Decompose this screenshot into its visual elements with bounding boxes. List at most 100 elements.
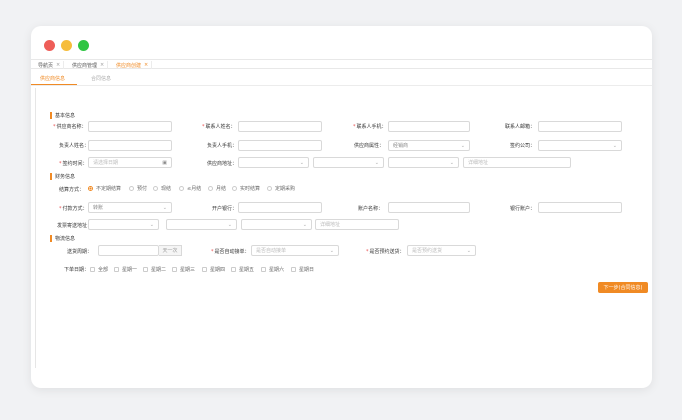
section-title: 财务信息 [55,174,76,180]
bank-label: 开户银行： [212,206,238,212]
sign-date-picker[interactable]: 请选择日期 ▣ [88,157,172,168]
city-select[interactable]: ⌄ [313,157,384,168]
chevron-down-icon: ⌄ [449,160,454,166]
checkbox-day-mon[interactable]: 星期一 [114,266,137,273]
delivery-cycle-suffix: 天一次 [159,245,182,256]
settlement-label: 结算方式： [59,187,85,193]
radio-label: 定期采购 [275,186,296,192]
checkbox-day-fri[interactable]: 星期五 [231,266,254,273]
district-select[interactable]: ⌄ [388,157,459,168]
checkbox-day-all[interactable]: 全部 [90,266,108,273]
checkbox-label: 星期三 [180,267,196,273]
owner-phone-label: 负责人手机： [207,143,238,149]
contact-name-label: 联系人姓名： [202,123,236,130]
chevron-down-icon: ⌄ [162,205,167,211]
address-detail-input[interactable]: 详细地址 [463,157,571,168]
chevron-down-icon: ⌄ [329,248,334,254]
supplier-form: 基本信息 供应商名称： 联系人姓名： 联系人手机： 联系人邮箱： 负责人姓名： … [31,26,652,388]
radio-label: ≤月结 [187,186,202,192]
contact-phone-input[interactable] [388,121,470,132]
appointment-select[interactable]: 是否预约送货 ⌄ [407,245,476,256]
sign-date-label: 签约时间： [59,160,88,167]
chevron-down-icon: ⌄ [460,143,465,149]
checkbox-day-sat[interactable]: 星期六 [261,266,284,273]
supplier-type-label: 供应商属性： [354,143,385,149]
checkbox-day-thu[interactable]: 星期四 [202,266,225,273]
section-basic: 基本信息 [50,112,75,119]
chevron-down-icon: ⌄ [149,222,154,228]
section-title: 物流信息 [55,236,76,242]
checkbox-day-tue[interactable]: 星期二 [143,266,166,273]
radio-label: 不定期结算 [96,186,122,192]
checkbox-day-sun[interactable]: 星期日 [291,266,314,273]
placeholder: 详细地址 [468,160,489,166]
owner-phone-input[interactable] [238,140,322,151]
delivery-cycle-label: 送货周期： [67,249,93,255]
invoice-address-label: 发票寄送地址： [57,223,93,229]
chevron-down-icon: ⌄ [302,222,307,228]
supplier-name-input[interactable] [88,121,172,132]
contact-email-input[interactable] [538,121,622,132]
province-select[interactable]: ⌄ [238,157,309,168]
invoice-detail-input[interactable]: 详细地址 [315,219,399,230]
account-name-input[interactable] [388,202,470,213]
account-name-label: 账户名称： [358,206,384,212]
bank-input[interactable] [238,202,322,213]
radio-settlement-2[interactable]: 现结 [153,185,171,192]
radio-label: 实时结算 [240,186,261,192]
payment-label: 付款方式： [59,205,88,212]
calendar-icon: ▣ [162,160,167,166]
sign-company-label: 签约公司： [510,143,536,149]
checkbox-label: 星期一 [122,267,138,273]
supplier-name-label: 供应商名称： [53,123,87,130]
order-day-label: 下单日期： [64,267,90,273]
address-label: 供应商地址： [207,161,238,167]
sign-company-select[interactable]: ⌄ [538,140,622,151]
placeholder: 是否预约送货 [412,248,443,254]
contact-email-label: 联系人邮箱： [505,124,536,130]
radio-settlement-6[interactable]: 定期采购 [267,185,295,192]
radio-settlement-3[interactable]: ≤月结 [179,185,201,192]
auto-receive-label: 是否自动接单： [211,248,250,255]
radio-settlement-5[interactable]: 实时结算 [232,185,260,192]
appointment-label: 是否预约送货： [366,248,405,255]
selected-value: 经销商 [393,143,409,149]
section-logistics: 物流信息 [50,235,75,242]
radio-label: 现结 [161,186,172,192]
bank-account-label: 银行账户： [510,206,536,212]
section-finance: 财务信息 [50,173,75,180]
chevron-down-icon: ⌄ [374,160,379,166]
supplier-type-select[interactable]: 经销商 ⌄ [388,140,470,151]
section-title: 基本信息 [55,113,76,119]
checkbox-label: 星期六 [269,267,285,273]
placeholder: 是否自动接单 [256,248,287,254]
auto-receive-select[interactable]: 是否自动接单 ⌄ [251,245,339,256]
app-window: 导航页 × 供应商管理 × 供应商创建 × 供应商信息 合同信息 基本信息 供应… [31,26,652,388]
delivery-cycle-input[interactable] [98,245,159,256]
owner-name-label: 负责人姓名： [59,143,90,149]
next-step-button[interactable]: 下一步(合同信息) [598,282,648,293]
invoice-city-select[interactable]: ⌄ [166,219,237,230]
chevron-down-icon: ⌄ [466,248,471,254]
checkbox-label: 星期日 [299,267,315,273]
payment-select[interactable]: 转账 ⌄ [88,202,172,213]
invoice-province-select[interactable]: ⌄ [88,219,159,230]
selected-value: 转账 [93,205,104,211]
checkbox-label: 星期四 [210,267,226,273]
radio-settlement-0[interactable]: 不定期结算 [88,185,121,192]
radio-settlement-1[interactable]: 预付 [129,185,147,192]
chevron-down-icon: ⌄ [299,160,304,166]
checkbox-day-wed[interactable]: 星期三 [172,266,195,273]
invoice-district-select[interactable]: ⌄ [241,219,312,230]
radio-label: 月结 [216,186,227,192]
contact-name-input[interactable] [238,121,322,132]
radio-settlement-4[interactable]: 月结 [208,185,226,192]
checkbox-label: 星期二 [151,267,167,273]
checkbox-label: 全部 [98,267,109,273]
bank-account-input[interactable] [538,202,622,213]
chevron-down-icon: ⌄ [612,143,617,149]
placeholder: 详细地址 [320,222,341,228]
owner-name-input[interactable] [88,140,172,151]
placeholder: 请选择日期 [93,160,119,166]
checkbox-label: 星期五 [239,267,255,273]
